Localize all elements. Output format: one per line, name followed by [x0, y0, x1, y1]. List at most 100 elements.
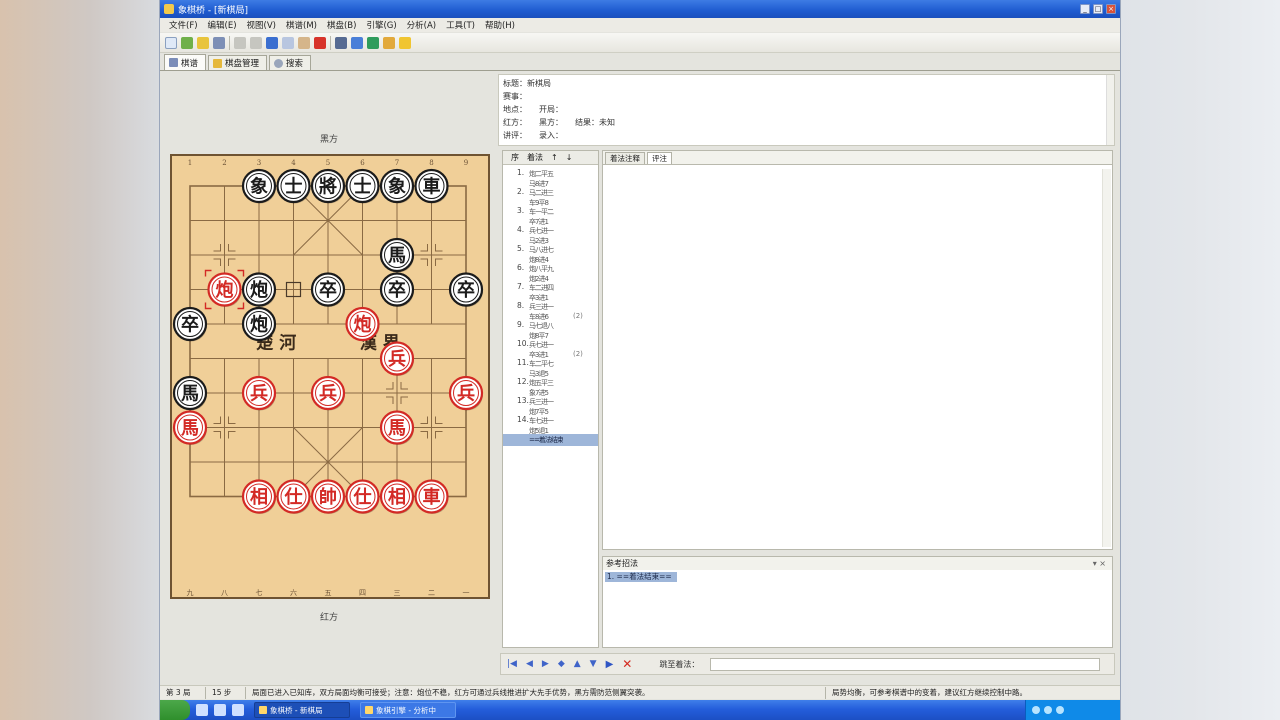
red-piece[interactable]: 相 — [379, 479, 415, 515]
copy-icon[interactable] — [282, 36, 294, 49]
start-button[interactable] — [160, 700, 190, 720]
taskbar-app-engine[interactable]: 象棋引擎 - 分析中 — [360, 702, 456, 718]
branch-button[interactable]: ◆ — [558, 659, 565, 669]
black-side-label: 黑方 — [319, 135, 338, 145]
menu-edit[interactable]: 编辑(E) — [203, 19, 242, 31]
file-number: 1 — [188, 159, 192, 167]
menu-record[interactable]: 棋谱(M) — [281, 19, 322, 31]
jump-input[interactable] — [710, 657, 1101, 671]
tab-record[interactable]: 棋谱 — [164, 54, 207, 70]
reference-move-item[interactable]: 1. ==着法结束== — [605, 572, 677, 582]
red-piece[interactable]: 炮 — [345, 306, 380, 342]
menu-engine[interactable]: 引擎(G) — [361, 19, 401, 31]
stop-button[interactable]: ✕ — [622, 657, 632, 671]
black-piece[interactable]: 士 — [276, 168, 311, 204]
red-piece[interactable]: 兵 — [448, 375, 484, 411]
title-value[interactable]: 新棋局 — [527, 79, 551, 88]
delete-icon[interactable] — [314, 36, 326, 49]
red-piece[interactable]: 馬 — [172, 410, 208, 446]
menu-analysis[interactable]: 分析(A) — [402, 19, 441, 31]
tray-security-icon[interactable] — [1056, 706, 1064, 714]
quicklaunch-media-icon[interactable] — [232, 704, 244, 716]
analyze-icon[interactable] — [383, 36, 395, 49]
panel-pin-icon[interactable]: ▾ × — [1093, 559, 1112, 568]
black-piece[interactable]: 炮 — [241, 306, 277, 342]
black-piece[interactable]: 將 — [310, 168, 346, 204]
red-piece[interactable]: 兵 — [310, 375, 346, 411]
col-number[interactable]: 序 — [511, 152, 519, 163]
comment-textarea[interactable] — [604, 166, 1102, 548]
black-piece[interactable]: 士 — [345, 168, 380, 204]
minimize-button[interactable]: _ — [1080, 4, 1090, 14]
move-up-button[interactable]: ▲ — [574, 659, 581, 669]
play-button[interactable]: ▶ — [606, 659, 614, 670]
black-piece[interactable]: 炮 — [241, 272, 277, 308]
navigation-bar: |◀ ◀ ▶ ◆ ▲ ▼ ▶ ✕ 跳至着法： — [500, 653, 1115, 675]
black-piece[interactable]: 車 — [414, 168, 449, 204]
black-piece[interactable]: 卒 — [310, 272, 346, 308]
quicklaunch-ie-icon[interactable] — [196, 704, 208, 716]
black-piece[interactable]: 卒 — [172, 306, 208, 342]
xiangqi-board[interactable]: 1 2 3 4 5 6 7 8 9九八七六五四三二一楚 河漢 界象士將士象車馬炮炮卒卒卒卒炮炮兵… — [170, 154, 490, 599]
col-down[interactable]: ↓ — [566, 153, 573, 162]
red-piece[interactable]: 兵 — [241, 375, 277, 411]
red-piece[interactable]: 仕 — [345, 479, 380, 515]
maximize-button[interactable]: □ — [1093, 4, 1103, 14]
info-row-place: 地点： 开局： — [503, 104, 563, 115]
red-piece[interactable]: 兵 — [379, 341, 415, 377]
menu-board[interactable]: 棋盘(B) — [322, 19, 361, 31]
col-move[interactable]: 着法 — [527, 152, 543, 163]
next-move-button[interactable]: ▶ — [542, 659, 549, 669]
help-icon[interactable] — [399, 36, 411, 49]
black-piece[interactable]: 馬 — [172, 375, 208, 411]
first-move-button[interactable]: |◀ — [507, 659, 517, 669]
black-piece[interactable]: 卒 — [379, 272, 415, 308]
menu-file[interactable]: 文件(F) — [164, 19, 203, 31]
red-piece[interactable]: 炮 — [207, 272, 242, 308]
piece-char: 卒 — [181, 314, 199, 336]
menu-tools[interactable]: 工具(T) — [441, 19, 480, 31]
print-icon[interactable] — [213, 36, 225, 49]
redo-icon[interactable] — [250, 36, 262, 49]
flip-icon[interactable] — [335, 36, 347, 49]
red-piece[interactable]: 車 — [414, 479, 449, 515]
engine-icon[interactable] — [367, 36, 379, 49]
taskbar-app-xiangqi[interactable]: 象棋桥 - 新棋局 — [254, 702, 350, 718]
prev-move-button[interactable]: ◀ — [526, 659, 533, 669]
tab-annotation[interactable]: 评注 — [647, 152, 672, 164]
black-piece[interactable]: 象 — [379, 168, 415, 204]
black-piece[interactable]: 象 — [241, 168, 277, 204]
red-piece[interactable]: 帥 — [310, 479, 346, 515]
info-scrollbar[interactable] — [1106, 75, 1114, 145]
tab-move-comment[interactable]: 着法注释 — [605, 152, 645, 164]
menu-view[interactable]: 视图(V) — [242, 19, 281, 31]
tray-network-icon[interactable] — [1032, 706, 1040, 714]
save-icon[interactable] — [197, 36, 209, 49]
black-piece[interactable]: 卒 — [448, 272, 484, 308]
menu-help[interactable]: 帮助(H) — [480, 19, 520, 31]
undo-icon[interactable] — [234, 36, 246, 49]
close-button[interactable]: × — [1106, 4, 1116, 14]
new-icon[interactable] — [165, 36, 177, 49]
result-value[interactable]: 未知 — [599, 118, 615, 127]
red-piece[interactable]: 仕 — [276, 479, 311, 515]
red-piece[interactable]: 馬 — [379, 410, 415, 446]
tab-search[interactable]: 搜索 — [269, 55, 312, 70]
tab-board-manager[interactable]: 棋盘管理 — [208, 55, 268, 70]
quicklaunch-desktop-icon[interactable] — [214, 704, 226, 716]
paste-icon[interactable] — [298, 36, 310, 49]
board-icon[interactable] — [351, 36, 363, 49]
move-down-button[interactable]: ▼ — [590, 659, 597, 669]
black-piece[interactable]: 馬 — [379, 237, 415, 273]
piece-char: 車 — [423, 486, 441, 508]
piece-char: 兵 — [250, 384, 268, 405]
comment-scrollbar[interactable] — [1102, 169, 1111, 547]
cut-icon[interactable] — [266, 36, 278, 49]
move-text-row[interactable]: ==着法结束== — [503, 434, 598, 446]
tray-volume-icon[interactable] — [1044, 706, 1052, 714]
open-icon[interactable] — [181, 36, 193, 49]
move-comment-marker: (2) — [573, 350, 583, 358]
piece-char: 象 — [388, 176, 406, 198]
red-piece[interactable]: 相 — [241, 479, 277, 515]
col-up[interactable]: ↑ — [551, 153, 558, 162]
